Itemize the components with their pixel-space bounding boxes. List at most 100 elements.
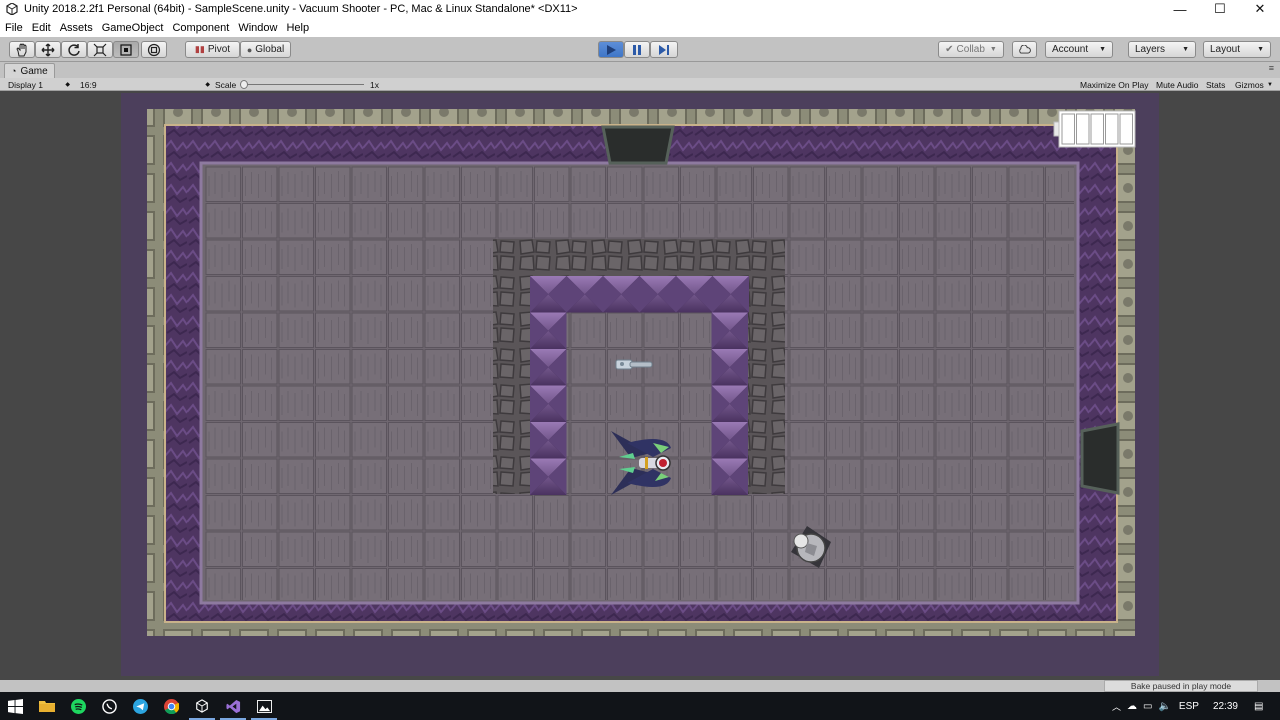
layers-label: Layers <box>1135 44 1166 55</box>
rect-tool-button[interactable] <box>113 41 139 58</box>
spike-trap <box>530 349 567 386</box>
spike-trap <box>603 276 640 313</box>
rotate-tool-button[interactable] <box>61 41 87 58</box>
step-forward-icon <box>659 44 669 55</box>
game-pacman-icon: ◔ <box>11 66 17 76</box>
scale-value: 1x <box>370 79 379 90</box>
clock[interactable]: 22:39 <box>1213 701 1238 712</box>
tab-game[interactable]: ◔ Game <box>4 63 55 78</box>
game-scene[interactable] <box>121 93 1159 676</box>
menu-component[interactable]: Component <box>172 22 229 34</box>
ammo-gauge <box>1053 110 1136 148</box>
onedrive-cloud-icon[interactable]: ☁ <box>1127 701 1137 712</box>
chevron-down-icon: ▼ <box>1099 46 1106 53</box>
photos-icon[interactable] <box>251 697 277 720</box>
spike-trap <box>530 312 567 349</box>
bake-status: Bake paused in play mode <box>1104 680 1258 692</box>
file-explorer-icon[interactable] <box>38 697 56 715</box>
chevron-up-icon[interactable]: ︿ <box>1112 700 1121 713</box>
collab-button[interactable]: ✔ Collab ▼ <box>938 41 1004 58</box>
play-icon <box>607 44 616 55</box>
global-toggle-button[interactable]: ● Global <box>240 41 291 58</box>
spotify-icon[interactable] <box>69 697 87 715</box>
account-dropdown[interactable]: Account ▼ <box>1045 41 1113 58</box>
whatsapp-icon[interactable] <box>100 697 118 715</box>
scale-tool-button[interactable] <box>87 41 113 58</box>
step-button[interactable] <box>650 41 678 58</box>
menu-assets[interactable]: Assets <box>60 22 93 34</box>
scale-icon <box>93 43 107 56</box>
chevron-down-icon: ▼ <box>1182 46 1189 53</box>
mute-audio-toggle[interactable]: Mute Audio <box>1156 79 1199 90</box>
hand-tool-button[interactable] <box>9 41 35 58</box>
rotate-icon <box>68 43 80 56</box>
pivot-icon: ▮▮ <box>194 44 205 54</box>
display-dropdown[interactable]: Display 1 ◆ <box>8 79 70 90</box>
menu-gameobject[interactable]: GameObject <box>102 22 164 34</box>
aspect-dropdown[interactable]: 16:9 ◆ <box>80 79 210 90</box>
gizmos-toggle[interactable]: Gizmos <box>1235 79 1264 90</box>
tab-menu-icon[interactable]: ≡ <box>1269 63 1274 73</box>
menu-window[interactable]: Window <box>238 22 277 34</box>
menu-edit[interactable]: Edit <box>32 22 51 34</box>
cloud-icon <box>1019 45 1031 54</box>
visual-studio-icon[interactable] <box>220 697 246 720</box>
stats-toggle[interactable]: Stats <box>1206 79 1225 90</box>
spike-trap <box>711 385 748 422</box>
menu-bar: File Edit Assets GameObject Component Wi… <box>0 18 1280 37</box>
ammo-slot <box>1090 113 1104 145</box>
collab-label: Collab <box>956 44 985 55</box>
spike-trap <box>711 458 748 495</box>
layout-dropdown[interactable]: Layout ▼ <box>1203 41 1271 58</box>
ammo-slot <box>1105 113 1119 145</box>
ammo-slot <box>1061 113 1075 145</box>
volume-icon[interactable]: 🔈 <box>1158 701 1170 712</box>
top-door <box>601 125 675 165</box>
chevron-updown-icon: ◆ <box>205 82 210 88</box>
minimize-button[interactable]: — <box>1160 0 1200 18</box>
network-icon[interactable]: ▭ <box>1143 701 1152 712</box>
window-title: Unity 2018.2.2f1 Personal (64bit) - Samp… <box>24 3 578 15</box>
cloud-button[interactable] <box>1012 41 1037 58</box>
globe-icon: ● <box>246 44 253 55</box>
transform-icon <box>147 43 161 56</box>
chevron-down-icon[interactable]: ▼ <box>1267 79 1273 90</box>
title-bar: Unity 2018.2.2f1 Personal (64bit) - Samp… <box>0 0 1280 18</box>
chrome-icon[interactable] <box>162 697 180 715</box>
pivot-toggle-button[interactable]: ▮▮ Pivot <box>185 41 240 58</box>
unity-icon[interactable] <box>189 697 215 720</box>
menu-file[interactable]: File <box>5 22 23 34</box>
pause-icon <box>633 44 641 55</box>
language-indicator[interactable]: ESP <box>1179 701 1199 712</box>
spike-trap <box>712 276 749 313</box>
maximize-button[interactable]: ☐ <box>1200 0 1240 18</box>
menu-help[interactable]: Help <box>286 22 309 34</box>
main-toolbar: ▮▮ Pivot ● Global ✔ Collab ▼ Account ▼ L… <box>0 37 1280 62</box>
spike-trap <box>711 422 748 459</box>
account-label: Account <box>1052 44 1089 55</box>
spike-trap <box>711 312 748 349</box>
layers-dropdown[interactable]: Layers ▼ <box>1128 41 1196 58</box>
game-tab-header: ◔ Game ≡ <box>0 62 1280 78</box>
play-button[interactable] <box>598 41 624 58</box>
scale-label: Scale <box>215 79 237 90</box>
scale-slider-thumb[interactable] <box>240 80 248 89</box>
chevron-down-icon: ▼ <box>1257 46 1264 53</box>
game-viewport[interactable] <box>0 91 1280 680</box>
scale-slider[interactable] <box>240 79 364 90</box>
telegram-icon[interactable] <box>131 697 149 715</box>
ammo-slot <box>1076 113 1090 145</box>
global-label: Global <box>255 44 285 55</box>
spike-trap <box>530 385 567 422</box>
transform-tool-button[interactable] <box>141 41 167 58</box>
spike-trap <box>711 349 748 386</box>
hand-icon <box>16 42 27 56</box>
move-arrows-icon <box>41 43 55 56</box>
maximize-on-play-toggle[interactable]: Maximize On Play <box>1080 79 1149 90</box>
action-center-icon[interactable]: ▤ <box>1254 701 1263 712</box>
close-button[interactable]: ✕ <box>1240 0 1280 18</box>
start-icon[interactable] <box>6 697 24 715</box>
move-tool-button[interactable] <box>35 41 61 58</box>
pause-button[interactable] <box>624 41 650 58</box>
aspect-label: 16:9 <box>80 79 97 90</box>
